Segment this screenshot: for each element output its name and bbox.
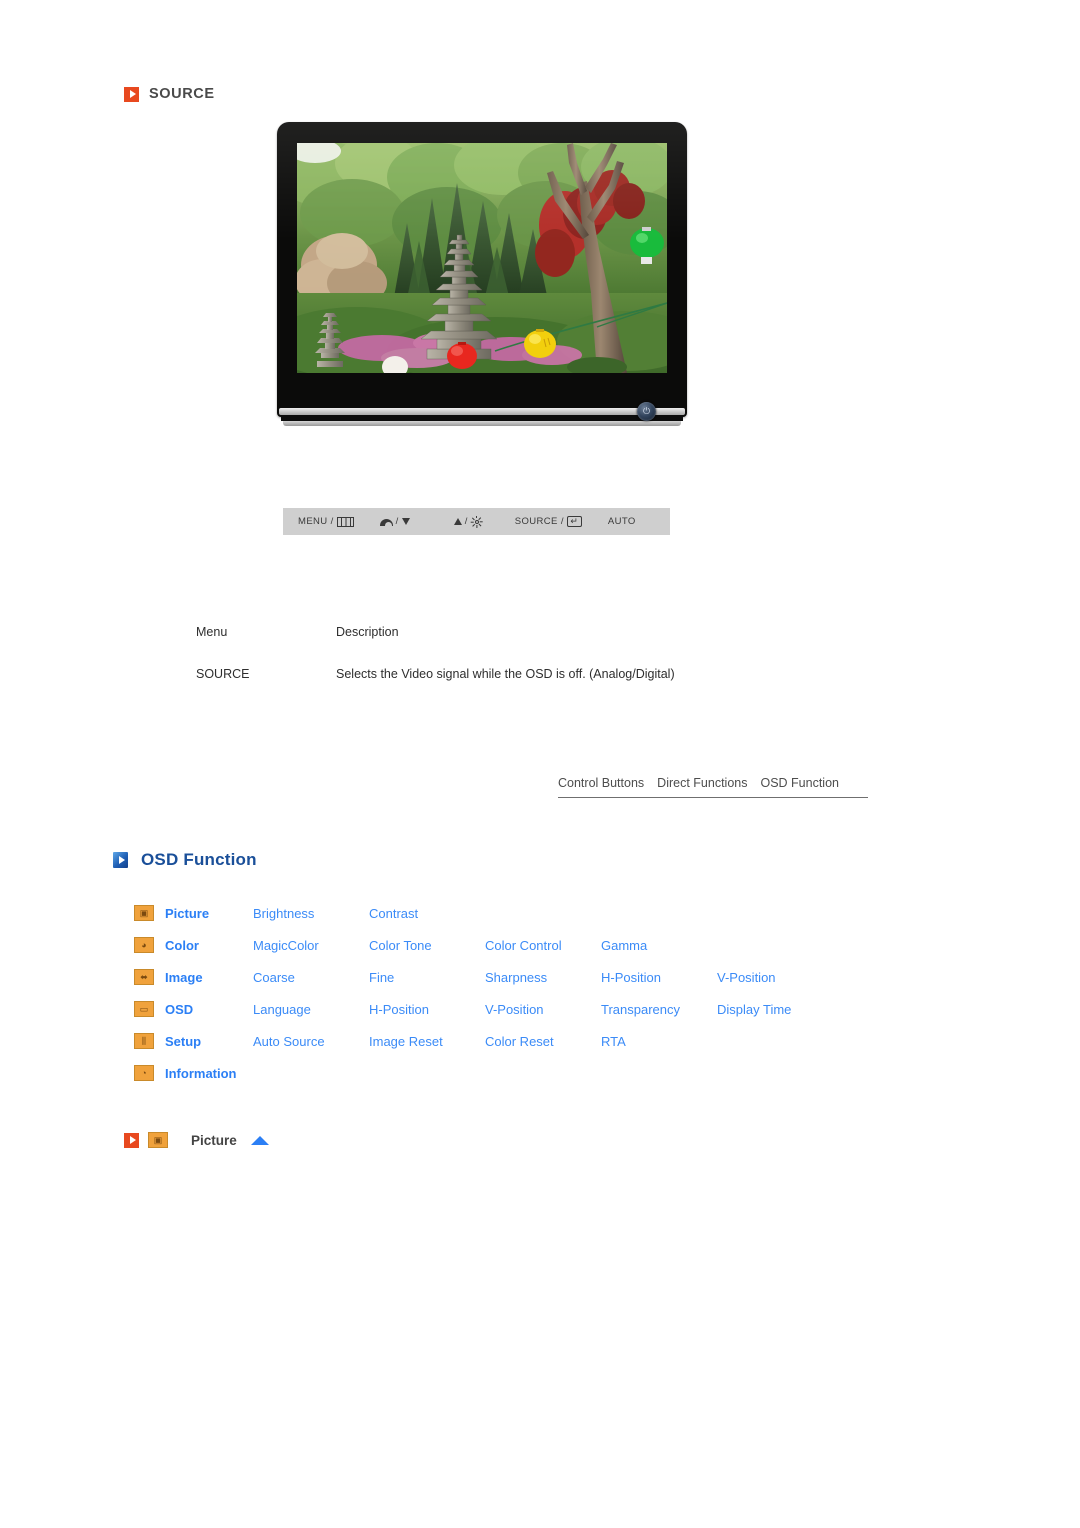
matrix-row-setup: ⫼ Setup Auto Source Image Reset Color Re… [134,1025,791,1057]
monitor-stand-top [279,408,685,415]
picture-footer-label: Picture [191,1132,237,1148]
category-setup[interactable]: Setup [165,1034,253,1049]
triangle-up-blue-icon[interactable] [250,1135,269,1145]
volume-icon [379,517,393,526]
brightness-sun-icon [470,515,483,528]
menu-bars-icon [336,516,354,527]
triangle-down-icon [401,518,410,525]
item-transparency[interactable]: Transparency [601,1002,717,1017]
item-color-control[interactable]: Color Control [485,938,601,953]
triangle-up-icon [453,518,462,525]
image-icon: ⬌ [134,969,154,985]
source-button-label: SOURCE / [514,516,564,527]
menu-button[interactable]: MENU / [298,516,354,527]
menu-button-label: MENU / [298,516,334,527]
picture-subsection-heading: ▣ Picture [124,1132,269,1148]
item-coarse[interactable]: Coarse [253,970,369,985]
item-fine[interactable]: Fine [369,970,485,985]
monitor-stand-base [283,421,681,426]
osd-icon: ▭ [134,1001,154,1017]
category-osd[interactable]: OSD [165,1002,253,1017]
source-button[interactable]: SOURCE / ↵ [515,516,582,527]
osd-function-heading: OSD Function [113,850,257,870]
category-picture[interactable]: Picture [165,906,253,921]
table-row: SOURCE Selects the Video signal while th… [196,667,816,681]
picture-icon: ▣ [134,905,154,921]
menu-description-table: Menu Description SOURCE Selects the Vide… [196,625,816,681]
matrix-row-information: ◔ Information [134,1057,791,1089]
setup-sliders-icon: ⫼ [134,1033,154,1049]
volume-down-label: / [395,516,399,527]
item-h-position-image[interactable]: H-Position [601,970,717,985]
monitor-illustration: ⏻ [277,122,687,432]
osd-function-matrix: ▣ Picture Brightness Contrast ◕ Color Ma… [134,897,791,1089]
item-v-position-osd[interactable]: V-Position [485,1002,601,1017]
category-information[interactable]: Information [165,1066,253,1081]
osd-heading-label: OSD Function [141,850,257,869]
section-tab-strip: Control Buttons Direct Functions OSD Fun… [558,776,868,798]
matrix-row-picture: ▣ Picture Brightness Contrast [134,897,791,929]
matrix-row-color: ◕ Color MagicColor Color Tone Color Cont… [134,929,791,961]
item-contrast[interactable]: Contrast [369,906,485,921]
tab-control-buttons[interactable]: Control Buttons [558,776,644,790]
matrix-row-image: ⬌ Image Coarse Fine Sharpness H-Position… [134,961,791,993]
column-header-description: Description [336,625,399,639]
category-image[interactable]: Image [165,970,253,985]
brightness-up-button[interactable]: / [453,515,483,528]
monitor-bezel [277,122,687,417]
color-palette-icon: ◕ [134,937,154,953]
category-color[interactable]: Color [165,938,253,953]
row-menu-name: SOURCE [196,667,250,681]
item-rta[interactable]: RTA [601,1034,626,1049]
item-sharpness[interactable]: Sharpness [485,970,601,985]
item-h-position-osd[interactable]: H-Position [369,1002,485,1017]
item-brightness[interactable]: Brightness [253,906,369,921]
enter-key-icon: ↵ [566,516,582,527]
play-square-orange-icon [124,86,139,102]
item-magiccolor[interactable]: MagicColor [253,938,369,953]
column-header-menu: Menu [196,625,228,639]
power-icon[interactable]: ⏻ [637,402,656,421]
source-section-heading: SOURCE [124,86,215,102]
row-description: Selects the Video signal while the OSD i… [336,667,675,681]
volume-down-button[interactable]: / [379,516,410,527]
auto-button[interactable]: AUTO [608,516,636,527]
auto-button-label: AUTO [607,516,636,527]
information-icon: ◔ [134,1065,154,1081]
control-button-bar: MENU / / / SOURCE / ↵ AUTO [283,508,670,535]
garden-photo [297,143,667,373]
play-square-blue-icon [113,852,128,868]
monitor-screen [297,143,667,373]
play-square-orange-icon [124,1132,139,1148]
source-heading-label: SOURCE [149,86,215,102]
item-auto-source[interactable]: Auto Source [253,1034,369,1049]
table-header-row: Menu Description [196,625,816,639]
item-display-time[interactable]: Display Time [717,1002,791,1017]
item-color-reset[interactable]: Color Reset [485,1034,601,1049]
picture-icon: ▣ [148,1132,168,1148]
tab-direct-functions[interactable]: Direct Functions [657,776,747,790]
item-color-tone[interactable]: Color Tone [369,938,485,953]
item-language[interactable]: Language [253,1002,369,1017]
brightness-up-label: / [464,516,468,527]
item-image-reset[interactable]: Image Reset [369,1034,485,1049]
item-v-position-image[interactable]: V-Position [717,970,776,985]
tab-osd-function[interactable]: OSD Function [760,776,839,790]
item-gamma[interactable]: Gamma [601,938,647,953]
matrix-row-osd: ▭ OSD Language H-Position V-Position Tra… [134,993,791,1025]
